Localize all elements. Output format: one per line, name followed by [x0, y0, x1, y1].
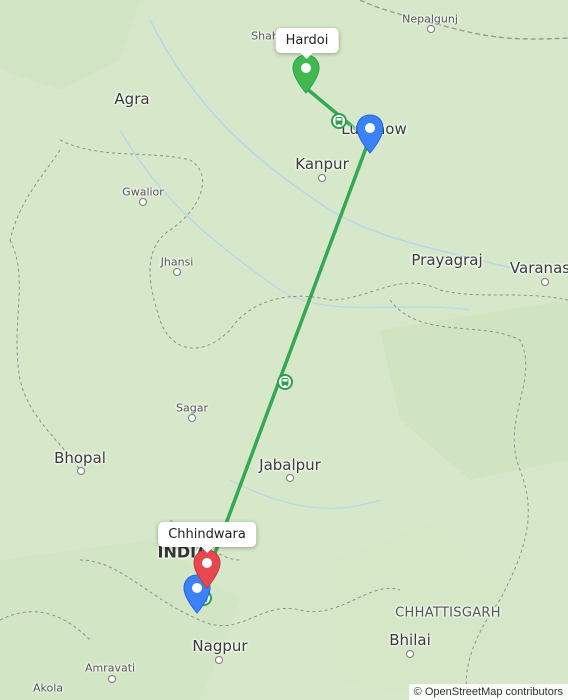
- map-attribution: © OpenStreetMap contributors: [408, 684, 568, 700]
- route-line: [196, 86, 371, 600]
- place-dot: [318, 174, 326, 182]
- place-label-sagar: Sagar: [176, 401, 208, 415]
- place-dot: [108, 675, 116, 683]
- place-label-gwalior: Gwalior: [122, 185, 164, 199]
- place-dot: [427, 25, 435, 33]
- start-marker-icon[interactable]: [291, 54, 321, 94]
- bus-stop-icon[interactable]: [277, 374, 293, 390]
- place-dot: [286, 474, 294, 482]
- place-dot: [173, 268, 181, 276]
- place-label-akola: Akola: [32, 681, 64, 695]
- place-label-nepalgunj: Nepalgunj: [402, 12, 458, 26]
- place-label-bhilai: Bhilai: [389, 631, 431, 649]
- place-dot: [215, 656, 223, 664]
- place-label-jhansi: Jhansi: [160, 255, 194, 269]
- place-dot: [188, 414, 196, 422]
- place-label-jabalpur: Jabalpur: [259, 456, 321, 474]
- place-dot: [77, 467, 85, 475]
- callout-hardoi[interactable]: Hardoi: [275, 28, 339, 59]
- destination-marker-icon[interactable]: [192, 549, 222, 589]
- place-label-kanpur: Kanpur: [295, 155, 349, 173]
- bus-stop-icon[interactable]: [331, 113, 347, 129]
- waypoint-marker-icon[interactable]: [355, 114, 385, 154]
- place-dot: [406, 650, 414, 658]
- place-label-nagpur: Nagpur: [192, 637, 248, 655]
- place-dot: [139, 198, 147, 206]
- place-label-varanasi: Varanas: [509, 259, 568, 277]
- region-label-chhattisgarh: CHHATTISGARH: [395, 605, 501, 621]
- place-label-prayagraj: Prayagraj: [411, 251, 483, 269]
- map-view[interactable]: Shah Nepalgunj Agra Lucknow Kanpur Gwali…: [0, 0, 568, 700]
- place-label-bhopal: Bhopal: [54, 449, 106, 467]
- place-label-agra: Agra: [114, 90, 150, 108]
- place-label-amravati: Amravati: [84, 661, 136, 675]
- callout-chhindwara[interactable]: Chhindwara: [158, 522, 256, 553]
- place-dot: [541, 278, 549, 286]
